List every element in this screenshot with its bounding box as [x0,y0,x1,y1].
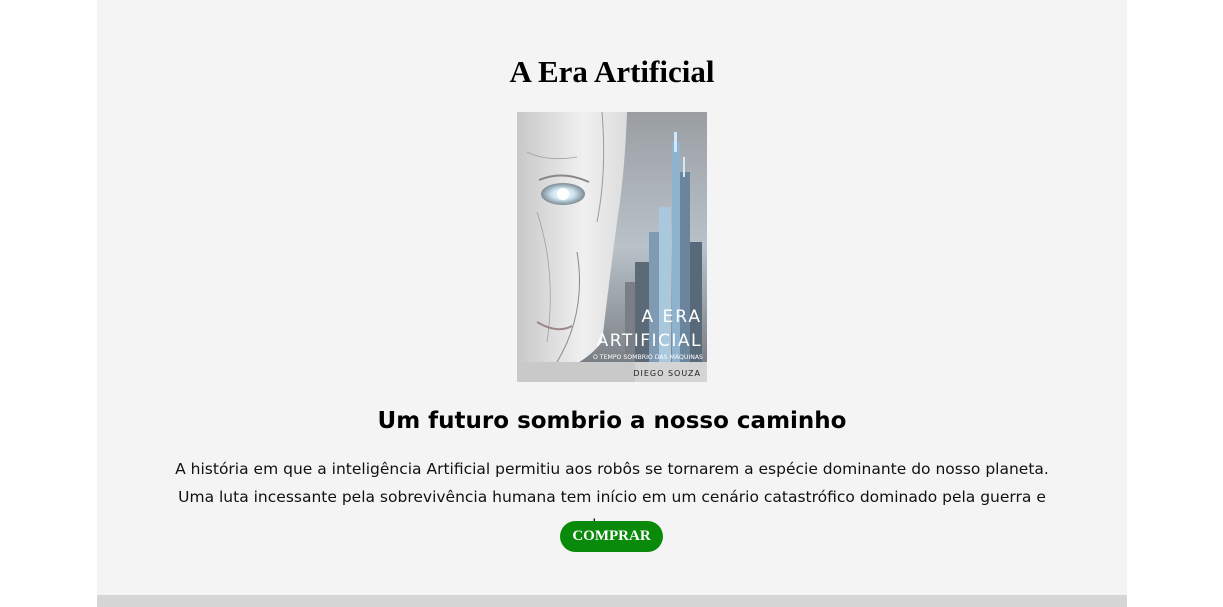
footer-divider [97,595,1127,607]
cover-title-line2: ARTIFICIAL [597,331,702,351]
buy-button[interactable]: COMPRAR [560,521,663,552]
cover-title-line1: A ERA [641,307,702,327]
book-section: A Era Artificial A ERA ARTIFICIAL O TEMP… [97,0,1127,595]
cover-tagline: O TEMPO SOMBRIO DAS MÁQUINAS [593,352,703,361]
book-title: A Era Artificial [509,54,715,89]
cover-author: DIEGO SOUZA [633,369,701,378]
book-cover-image: A ERA ARTIFICIAL O TEMPO SOMBRIO DAS MÁQ… [517,112,707,382]
book-headline: Um futuro sombrio a nosso caminho [377,408,847,434]
